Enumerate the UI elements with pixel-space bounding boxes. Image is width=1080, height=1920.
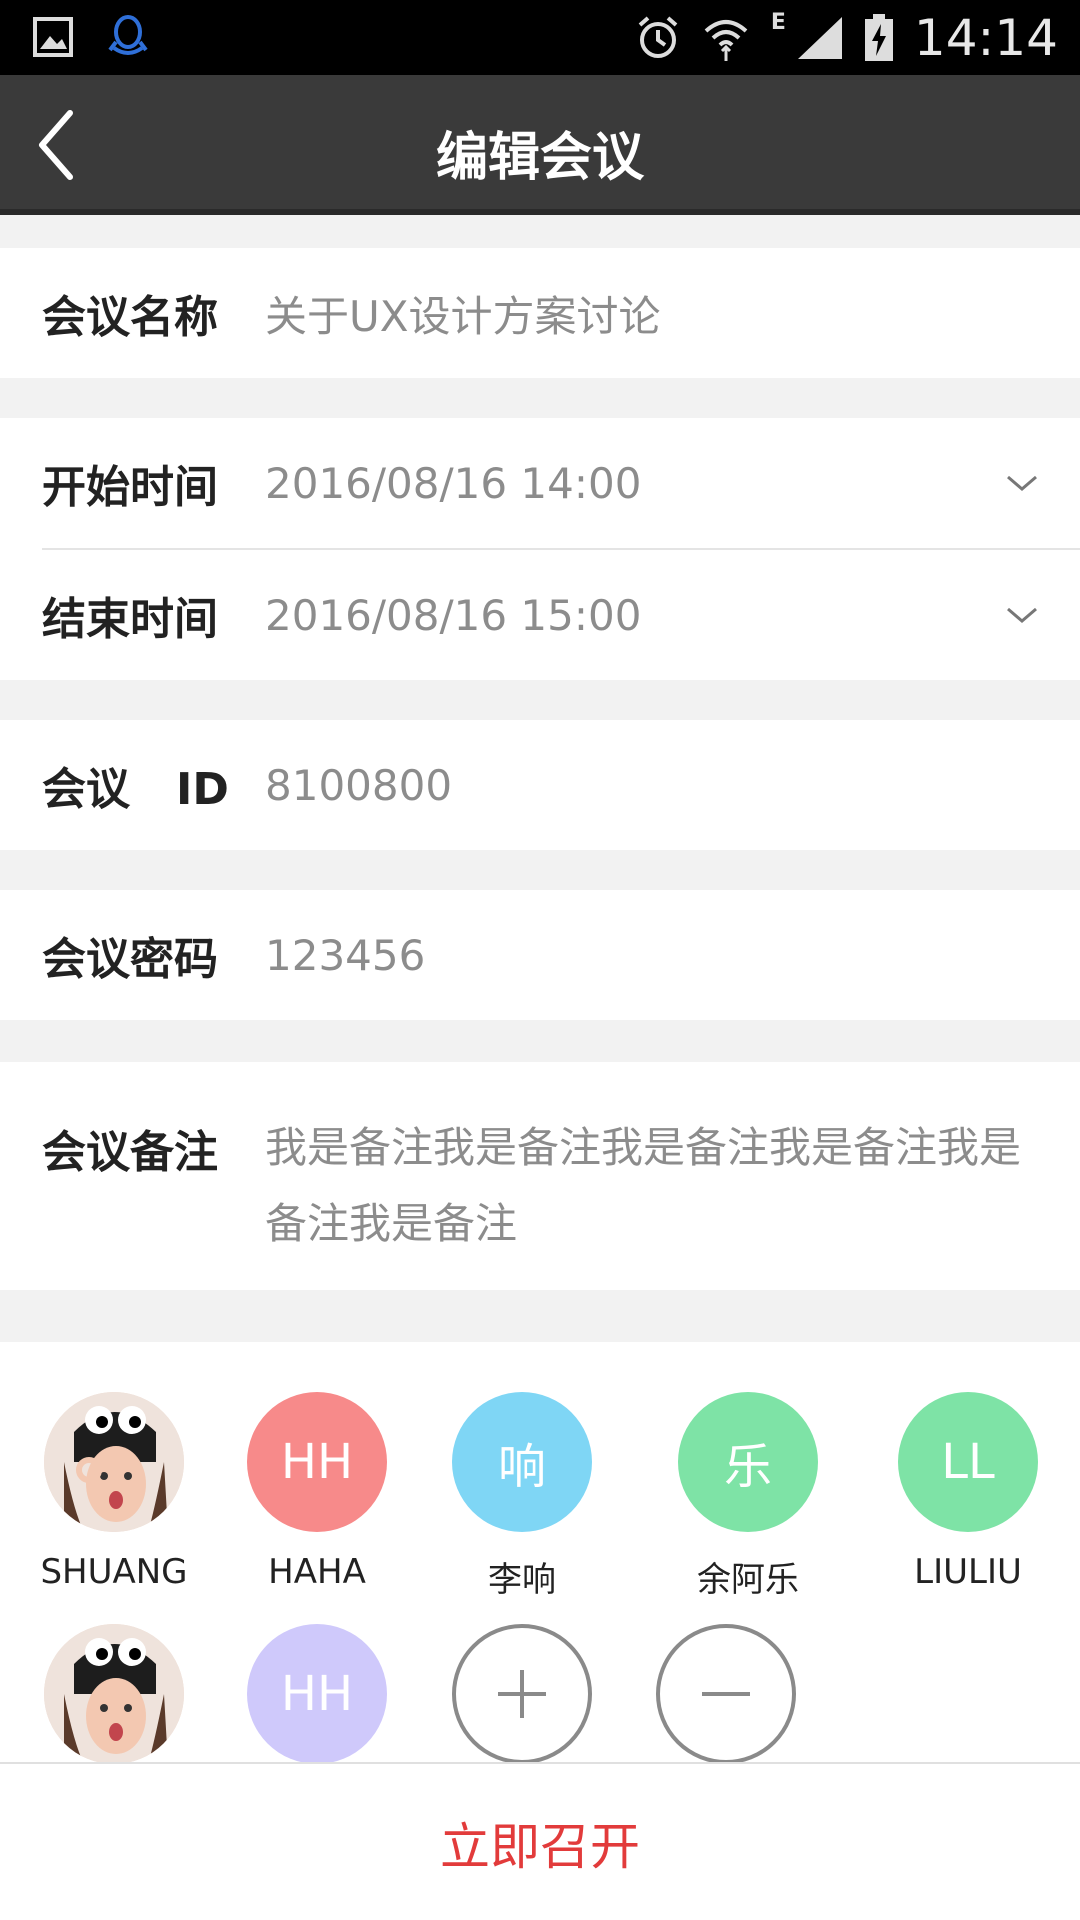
avatar	[44, 1624, 184, 1764]
time-section: 开始时间 2016/08/16 14:00 结束时间 2016/08/16 15…	[0, 418, 1080, 680]
participant[interactable]: LL LIULIU	[868, 1392, 1068, 1592]
remove-participant-button[interactable]	[626, 1624, 826, 1764]
remark-label: 会议备注	[42, 1127, 218, 1178]
password-input[interactable]: 123456	[265, 931, 425, 980]
participant-name: SHUANG	[40, 1552, 188, 1592]
status-bar: E 14:14	[0, 0, 1080, 75]
avatar	[44, 1392, 184, 1532]
start-time-value[interactable]: 2016/08/16 14:00	[265, 459, 641, 508]
end-time-row[interactable]: 结束时间 2016/08/16 15:00	[0, 550, 1080, 680]
participants-grid: SHUANG HH HAHA 响 李响 乐 余阿乐 LL LIULIU HH	[0, 1342, 1080, 1764]
start-meeting-button[interactable]: 立即召开	[0, 1764, 1080, 1920]
alarm-icon	[638, 16, 678, 58]
end-time-label: 结束时间	[42, 594, 218, 645]
meeting-name-section: 会议名称 关于UX设计方案讨论	[0, 248, 1080, 378]
start-time-label: 开始时间	[42, 462, 218, 513]
avatar: HH	[247, 1624, 387, 1764]
participant-name: 余阿乐	[697, 1560, 799, 1600]
qq-icon	[108, 15, 148, 55]
photo-avatar-icon	[44, 1624, 184, 1764]
chevron-down-icon[interactable]	[1004, 603, 1040, 627]
participant[interactable]: HH HAHA	[217, 1392, 417, 1592]
start-time-row[interactable]: 开始时间 2016/08/16 14:00	[0, 418, 1080, 548]
image-icon	[33, 17, 73, 57]
signal-icon	[797, 17, 842, 59]
password-label: 会议密码	[42, 934, 218, 985]
avatar: HH	[247, 1392, 387, 1532]
end-time-value[interactable]: 2016/08/16 15:00	[265, 591, 641, 640]
meeting-name-label: 会议名称	[42, 292, 218, 343]
meeting-id-row[interactable]: 会议 ID 8100800	[0, 720, 1080, 850]
meeting-id-section: 会议 ID 8100800	[0, 720, 1080, 850]
participant[interactable]	[14, 1624, 214, 1764]
participant[interactable]: 响 李响	[422, 1392, 622, 1601]
password-row[interactable]: 会议密码 123456	[0, 890, 1080, 1020]
plus-icon	[452, 1624, 592, 1764]
password-section: 会议密码 123456	[0, 890, 1080, 1020]
avatar: 乐	[678, 1392, 818, 1532]
title-bar: 编辑会议	[0, 75, 1080, 215]
bottom-bar: 立即召开	[0, 1762, 1080, 1920]
participant-name: HAHA	[268, 1552, 366, 1592]
page-title: 编辑会议	[435, 128, 644, 188]
remark-section: 会议备注 我是备注我是备注我是备注我是备注我是备注我是备注	[0, 1062, 1080, 1290]
chevron-down-icon[interactable]	[1004, 471, 1040, 495]
battery-charging-icon	[864, 14, 893, 61]
status-time: 14:14	[913, 9, 1058, 67]
meeting-name-input[interactable]: 关于UX设计方案讨论	[265, 283, 661, 344]
avatar: 响	[452, 1392, 592, 1532]
photo-avatar-icon	[44, 1392, 184, 1532]
participant[interactable]: HH	[217, 1624, 417, 1764]
meeting-name-row[interactable]: 会议名称 关于UX设计方案讨论	[0, 248, 1080, 378]
remark-input[interactable]: 我是备注我是备注我是备注我是备注我是备注我是备注	[265, 1110, 1035, 1262]
meeting-id-input[interactable]: 8100800	[265, 761, 452, 810]
minus-icon	[656, 1624, 796, 1764]
participant-name: LIULIU	[914, 1552, 1022, 1592]
add-participant-button[interactable]	[422, 1624, 622, 1764]
participant[interactable]: SHUANG	[14, 1392, 214, 1592]
meeting-id-label: 会议 ID	[42, 764, 229, 815]
wifi-icon	[704, 20, 748, 61]
avatar: LL	[898, 1392, 1038, 1532]
participant-name: 李响	[488, 1560, 556, 1600]
participant[interactable]: 乐 余阿乐	[648, 1392, 848, 1601]
network-type-label: E	[770, 9, 786, 35]
